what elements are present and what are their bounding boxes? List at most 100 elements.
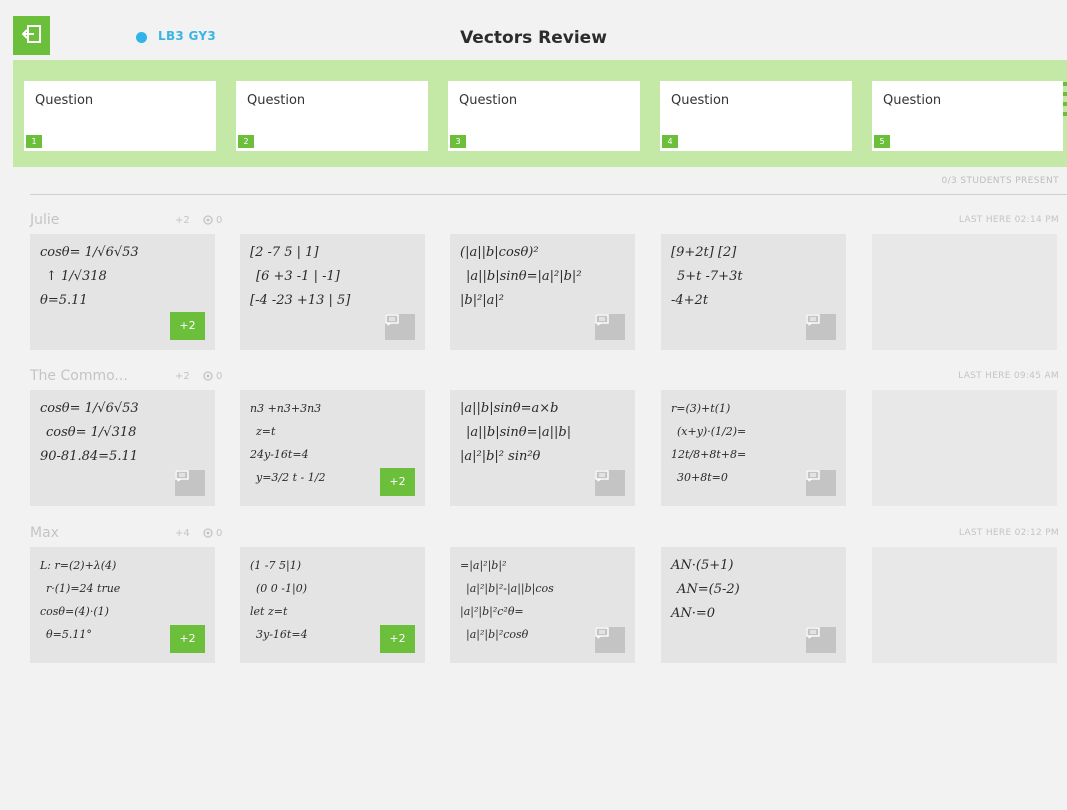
top-bar: LB3 GY3 Vectors Review <box>0 0 1067 60</box>
handwriting-line: |a||b|sinθ=|a|²|b|² <box>466 269 582 284</box>
comment-button[interactable] <box>385 314 415 340</box>
points-badge[interactable]: +2 <box>380 468 415 496</box>
question-number: 1 <box>26 135 42 148</box>
handwriting-line: r·(1)=24 true <box>46 582 121 595</box>
handwriting-line: |a||b|sinθ=|a||b| <box>466 425 571 440</box>
comment-button[interactable] <box>595 314 625 340</box>
handwriting-line: =|a|²|b|² <box>460 559 506 573</box>
handwriting-line: cosθ= 1/√6√53 <box>40 401 139 416</box>
question-card-2[interactable]: Question 2 <box>236 81 428 151</box>
eye-icon <box>202 371 214 384</box>
student-score: +2 <box>175 215 190 226</box>
question-strip: Question 1 Question 2 Question 3 Questio… <box>13 60 1067 167</box>
view-count: 0 <box>216 528 223 539</box>
student-row-header: The Commo... +2 0 LAST HERE 09:45 AM <box>30 368 1067 388</box>
handwriting-line: θ=5.11 <box>40 293 88 308</box>
handwriting-line: [6 +3 -1 | -1] <box>256 269 341 284</box>
divider <box>30 194 1067 195</box>
handwriting-line: 5+t -7+3t <box>677 269 743 284</box>
handwriting-line: |a||b|sinθ=a×b <box>460 401 558 416</box>
answer-tile[interactable]: |a||b|sinθ=a×b |a||b|sinθ=|a||b| |a|²|b|² … <box>450 390 635 506</box>
eye-icon <box>202 215 214 228</box>
answer-tile[interactable]: cosθ= 1/√6√53 ↑ 1/√318 θ=5.11 +2 <box>30 234 215 350</box>
answer-tile[interactable]: [2 -7 5 | 1] [6 +3 -1 | -1] [-4 -23 +13 | … <box>240 234 425 350</box>
handwriting-line: -4+2t <box>671 293 709 308</box>
handwriting-line: |a|²|b|²c²θ= <box>460 605 524 619</box>
student-score: +4 <box>175 528 190 539</box>
question-number: 4 <box>662 135 678 148</box>
points-badge[interactable]: +2 <box>170 312 205 340</box>
handwriting-line: z=t <box>255 425 276 438</box>
question-label: Question <box>35 93 94 108</box>
question-card-5[interactable]: Question 5 <box>872 81 1063 151</box>
answer-tile[interactable]: [9+2t] [2] 5+t -7+3t -4+2t <box>661 234 846 350</box>
answer-tile[interactable]: =|a|²|b|² |a|²|b|²-|a||b|cos |a|²|b|²c²θ= |… <box>450 547 635 663</box>
student-name[interactable]: Max <box>30 525 59 541</box>
comment-button[interactable] <box>595 470 625 496</box>
question-number: 5 <box>874 135 890 148</box>
handwriting-line: n3 +n3+3n3 <box>250 402 321 415</box>
student-row-header: Max +4 0 LAST HERE 02:12 PM <box>30 525 1067 545</box>
handwriting-line: 3y-16t=4 <box>256 628 308 641</box>
handwriting-line: AN·=0 <box>670 606 715 621</box>
handwriting-line: [-4 -23 +13 | 5] <box>250 293 351 308</box>
handwriting-line: cosθ= 1/√6√53 <box>40 245 139 260</box>
view-count: 0 <box>216 371 223 382</box>
comment-button[interactable] <box>806 627 836 653</box>
handwriting-line: y=3/2 t - 1/2 <box>255 471 325 484</box>
comment-button[interactable] <box>806 314 836 340</box>
answer-tile[interactable]: AN·(5+1) AN=(5-2) AN·=0 <box>661 547 846 663</box>
student-score: +2 <box>175 371 190 382</box>
handwriting-line: AN=(5-2) <box>676 582 740 597</box>
handwriting-line: (|a||b|cosθ)² <box>460 245 539 260</box>
comment-button[interactable] <box>595 627 625 653</box>
question-label: Question <box>671 93 730 108</box>
question-card-4[interactable]: Question 4 <box>660 81 852 151</box>
handwriting-line: (x+y)·(1/2)= <box>677 425 746 438</box>
answer-tile[interactable]: (1 -7 5|1) (0 0 -1|0) let z=t 3y-16t=4 +2 <box>240 547 425 663</box>
handwriting-line: L: r=(2)+λ(4) <box>39 559 116 572</box>
question-label: Question <box>459 93 518 108</box>
handwriting-line: AN·(5+1) <box>670 558 733 573</box>
handwriting-line: |a|²|b|²-|a||b|cos <box>466 582 554 596</box>
student-name[interactable]: The Commo... <box>30 368 128 384</box>
comment-button[interactable] <box>806 470 836 496</box>
handwriting-line: 12t/8+8t+8= <box>671 448 746 461</box>
answer-tile[interactable]: L: r=(2)+λ(4) r·(1)=24 true cosθ=(4)·(1) θ=… <box>30 547 215 663</box>
handwriting-line: |b|²|a|² <box>460 293 504 308</box>
question-label: Question <box>247 93 306 108</box>
handwriting-line: r=(3)+t(1) <box>671 402 730 415</box>
question-card-3[interactable]: Question 3 <box>448 81 640 151</box>
handwriting-line: [2 -7 5 | 1] <box>250 245 319 260</box>
question-number: 3 <box>450 135 466 148</box>
answer-tile[interactable]: n3 +n3+3n3 z=t 24y-16t=4 y=3/2 t - 1/2 +2 <box>240 390 425 506</box>
question-card-1[interactable]: Question 1 <box>24 81 216 151</box>
student-name[interactable]: Julie <box>30 212 59 228</box>
eye-icon <box>202 528 214 541</box>
comment-button[interactable] <box>175 470 205 496</box>
answer-tile[interactable] <box>872 547 1057 663</box>
handwriting-line: θ=5.11° <box>46 628 92 641</box>
question-label: Question <box>883 93 942 108</box>
answer-tile[interactable]: (|a||b|cosθ)² |a||b|sinθ=|a|²|b|² |b|²|a|² <box>450 234 635 350</box>
answer-tile[interactable] <box>872 390 1057 506</box>
handwriting-line: let z=t <box>250 605 288 618</box>
attendance-count: 0/3 STUDENTS PRESENT <box>941 176 1059 186</box>
student-row-header: Julie +2 0 LAST HERE 02:14 PM <box>30 212 1067 232</box>
scroll-handle[interactable] <box>1063 82 1067 122</box>
handwriting-line: |a|²|b|²cosθ <box>466 628 529 642</box>
page-title: Vectors Review <box>460 28 607 48</box>
last-here: LAST HERE 02:14 PM <box>958 215 1059 225</box>
points-badge[interactable]: +2 <box>380 625 415 653</box>
handwriting-line: (0 0 -1|0) <box>256 582 307 596</box>
answer-tile[interactable] <box>872 234 1057 350</box>
points-badge[interactable]: +2 <box>170 625 205 653</box>
answer-tile[interactable]: r=(3)+t(1) (x+y)·(1/2)= 12t/8+8t+8= 30+8t=0 <box>661 390 846 506</box>
answer-tile[interactable]: cosθ= 1/√6√53 cosθ= 1/√318 90-81.84=5.11 <box>30 390 215 506</box>
handwriting-line: [9+2t] [2] <box>671 245 737 260</box>
handwriting-line: 90-81.84=5.11 <box>40 449 138 464</box>
handwriting-line: (1 -7 5|1) <box>250 559 301 573</box>
handwriting-line: cosθ= 1/√318 <box>46 425 136 440</box>
last-here: LAST HERE 02:12 PM <box>958 528 1059 538</box>
view-count: 0 <box>216 215 223 226</box>
